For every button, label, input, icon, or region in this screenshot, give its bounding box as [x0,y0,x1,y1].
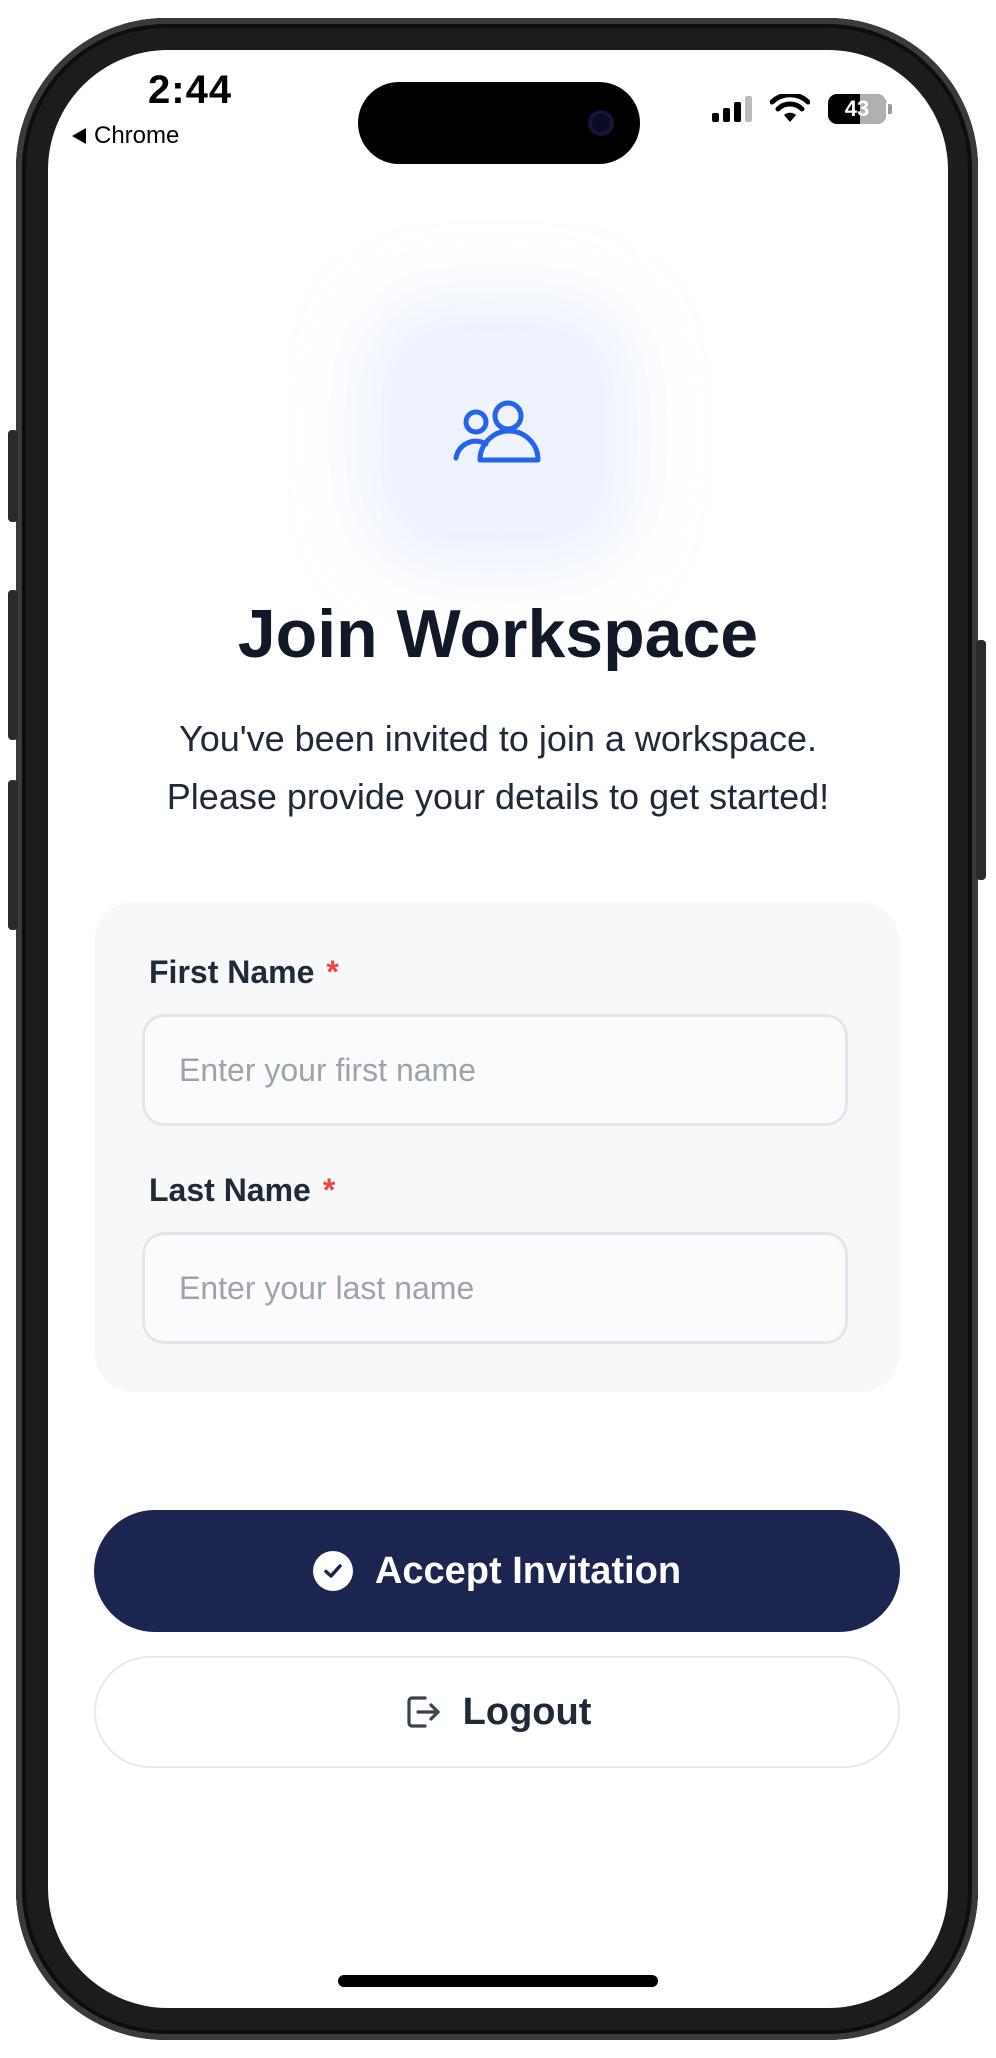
back-to-app-link[interactable]: Chrome [72,122,179,150]
accept-invitation-button[interactable]: Accept Invitation [94,1510,900,1632]
battery-level: 43 [844,96,870,121]
home-indicator[interactable] [338,1975,658,1987]
back-app-label: Chrome [94,122,180,149]
power-button [976,640,986,880]
workspace-icon-badge [398,333,598,533]
required-indicator: * [326,954,339,990]
subtitle-line-2: Please provide your details to get start… [166,776,830,817]
screen: 2:44 Chrome 43 Join Workspace You've bee… [48,50,948,2008]
battery-icon: 43 [828,94,886,124]
status-time: 2:44 [148,68,233,112]
first-name-label-text: First Name [149,954,315,990]
volume-up-button [8,590,18,740]
page-title: Join Workspace [237,596,759,672]
logout-icon [407,1696,440,1728]
back-triangle-icon [72,128,86,144]
first-name-input[interactable] [142,1014,848,1126]
logout-label: Logout [462,1690,592,1733]
required-indicator: * [322,1172,336,1208]
camera-icon [588,110,614,136]
details-form: First Name * Last Name * [94,902,900,1392]
invite-description: You've been invited to join a workspace.… [108,710,888,826]
volume-down-button [8,780,18,930]
logout-button[interactable]: Logout [94,1656,900,1768]
last-name-label: Last Name * [149,1172,335,1209]
status-indicators: 43 [712,94,892,124]
accept-invitation-label: Accept Invitation [374,1549,682,1592]
last-name-input[interactable] [142,1232,848,1344]
wifi-icon [770,94,810,122]
subtitle-line-1: You've been invited to join a workspace. [179,718,817,759]
users-icon [453,400,541,463]
first-name-label: First Name * [149,954,339,991]
check-circle-icon [312,1551,353,1591]
last-name-label-text: Last Name [149,1172,311,1208]
cellular-signal-icon [712,96,752,122]
dynamic-island [358,82,640,164]
action-button [8,430,18,522]
